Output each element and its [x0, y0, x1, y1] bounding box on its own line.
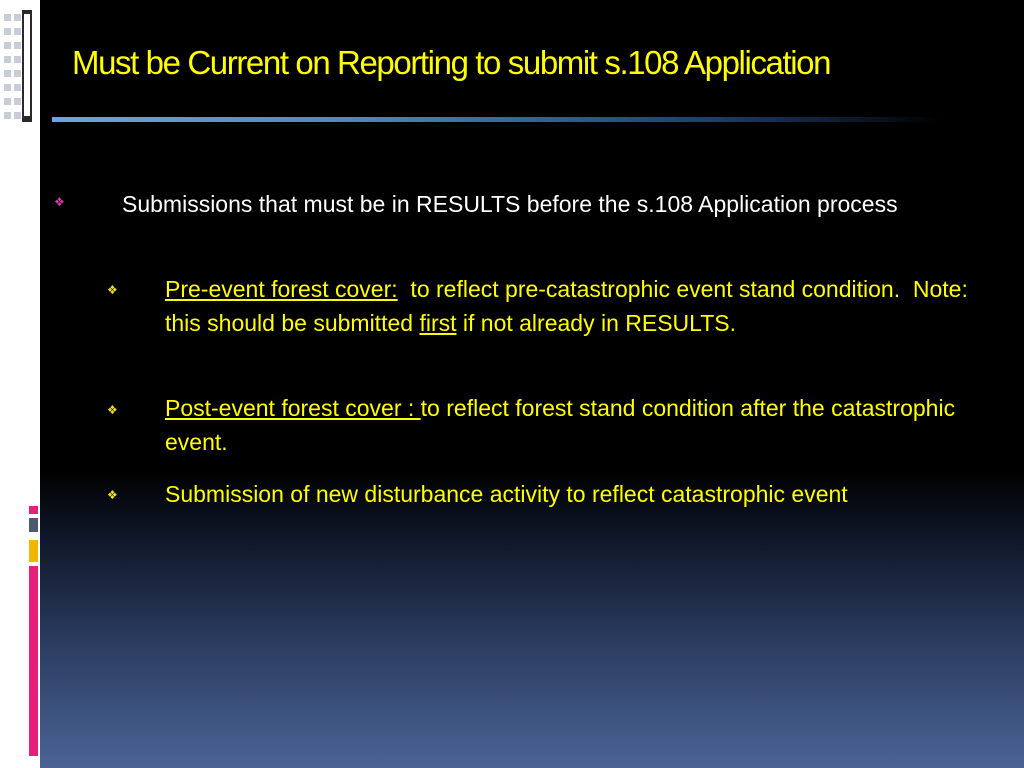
- bullet-diamond-icon: ❖: [107, 488, 118, 502]
- decor-square: [4, 98, 11, 105]
- decor-square: [4, 56, 11, 63]
- item-lead-label: Pre-event forest cover:: [165, 276, 398, 302]
- title-underline-rule: [52, 117, 942, 122]
- bullet-item-pre-event: Pre-event forest cover: to reflect pre-c…: [165, 272, 995, 340]
- bullet-level1-text: Submissions that must be in RESULTS befo…: [122, 191, 898, 217]
- bullet-diamond-icon: ❖: [107, 403, 118, 417]
- item-text: Submission of new disturbance activity t…: [165, 481, 848, 507]
- decor-square: [14, 70, 21, 77]
- decor-square: [14, 112, 21, 119]
- accent-strip-slate: [29, 518, 38, 532]
- decor-square: [4, 42, 11, 49]
- bullet-item-disturbance: Submission of new disturbance activity t…: [165, 477, 995, 511]
- accent-strip-pink: [29, 506, 38, 514]
- item-lead-label: Post-event forest cover :: [165, 395, 421, 421]
- decor-square-top: [14, 14, 21, 21]
- decor-square: [14, 28, 21, 35]
- decor-square: [14, 98, 21, 105]
- decor-square: [4, 112, 11, 119]
- item-emphasis: first: [419, 310, 457, 336]
- decor-square: [14, 56, 21, 63]
- decor-block-inner: [24, 14, 30, 116]
- decor-square: [14, 84, 21, 91]
- bullet-diamond-icon: ❖: [107, 283, 118, 297]
- accent-strip-gold: [29, 540, 38, 562]
- decor-square: [4, 84, 11, 91]
- slide-title: Must be Current on Reporting to submit s…: [72, 44, 831, 81]
- decor-square: [4, 70, 11, 77]
- bullet-item-post-event: Post-event forest cover : to reflect for…: [165, 391, 995, 459]
- accent-strip-pink-long: [29, 566, 38, 756]
- decor-square-top: [4, 14, 11, 21]
- decor-square: [4, 28, 11, 35]
- item-text: if not already in RESULTS.: [456, 310, 737, 336]
- bullet-diamond-icon: ❖: [54, 195, 65, 209]
- decor-square: [14, 42, 21, 49]
- slide: Must be Current on Reporting to submit s…: [0, 0, 1024, 768]
